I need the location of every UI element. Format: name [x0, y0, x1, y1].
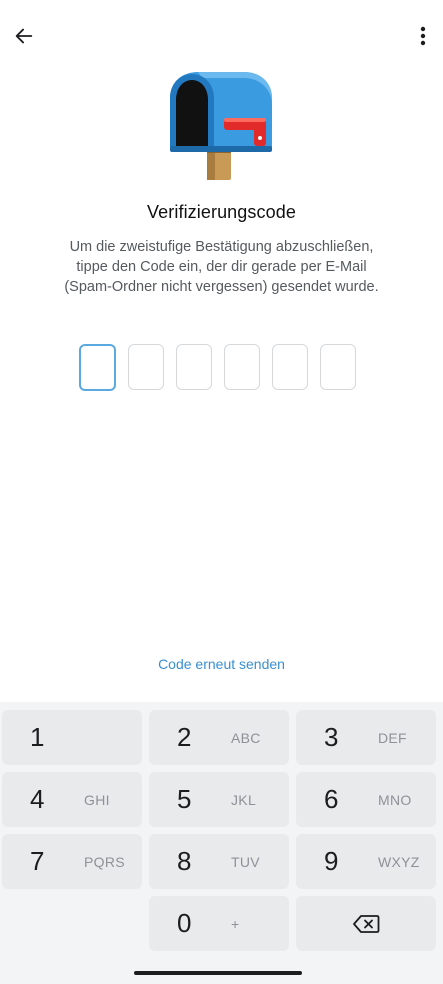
more-vertical-icon [420, 26, 426, 46]
resend-code-link[interactable]: Code erneut senden [0, 656, 443, 672]
key-letters: DEF [378, 729, 407, 746]
system-navigation-bar [0, 964, 443, 984]
key-9[interactable]: 9 WXYZ [296, 834, 436, 889]
instructions-line: tippe den Code ein, der dir gerade per E… [76, 259, 367, 275]
numeric-keypad: 1 2 ABC 3 DEF 4 GHI 5 JKL 6 MNO 7 PQRS 8… [0, 702, 443, 964]
code-digit-field[interactable] [224, 344, 260, 390]
mailbox-illustration [162, 68, 276, 184]
key-5[interactable]: 5 JKL [149, 772, 289, 827]
backspace-key[interactable] [296, 896, 436, 951]
code-digit-field[interactable] [79, 344, 116, 391]
page-title: Verifizierungscode [147, 202, 296, 222]
key-8[interactable]: 8 TUV [149, 834, 289, 889]
key-digit: 6 [324, 784, 339, 814]
verification-screen: Verifizierungscode Um die zweistufige Be… [0, 0, 443, 984]
backspace-icon [353, 914, 380, 933]
key-letters: JKL [231, 791, 257, 808]
code-digit-field[interactable] [272, 344, 308, 390]
key-letters: PQRS [84, 853, 125, 870]
key-4[interactable]: 4 GHI [2, 772, 142, 827]
key-2[interactable]: 2 ABC [149, 710, 289, 765]
code-digit-field[interactable] [176, 344, 212, 390]
key-letters: WXYZ [378, 853, 420, 870]
key-letters: + [231, 915, 240, 932]
key-digit: 0 [177, 908, 192, 938]
key-letters: MNO [378, 791, 412, 808]
key-digit: 1 [30, 722, 45, 752]
home-indicator[interactable] [134, 971, 302, 975]
instructions-text: Um die zweistufige Bestätigung abzuschli… [20, 237, 423, 297]
back-button[interactable] [6, 18, 42, 54]
mailbox-icon [170, 72, 272, 180]
instructions-line: (Spam-Ordner nicht vergessen) gesendet w… [64, 279, 379, 295]
verification-code-input [79, 344, 356, 391]
code-digit-field[interactable] [128, 344, 164, 390]
key-digit: 7 [30, 846, 45, 876]
arrow-left-icon [15, 28, 33, 44]
key-digit: 9 [324, 846, 339, 876]
key-3[interactable]: 3 DEF [296, 710, 436, 765]
key-1[interactable]: 1 [2, 710, 142, 765]
key-0[interactable]: 0 + [149, 896, 289, 951]
key-digit: 5 [177, 784, 192, 814]
key-digit: 4 [30, 784, 45, 814]
key-letters: ABC [231, 729, 261, 746]
code-digit-field[interactable] [320, 344, 356, 390]
instructions-line: Um die zweistufige Bestätigung abzuschli… [69, 239, 374, 255]
key-empty [2, 896, 142, 951]
key-digit: 2 [177, 722, 192, 752]
overflow-menu-button[interactable] [409, 18, 437, 54]
key-7[interactable]: 7 PQRS [2, 834, 142, 889]
top-app-bar [0, 0, 443, 70]
key-6[interactable]: 6 MNO [296, 772, 436, 827]
key-digit: 8 [177, 846, 192, 876]
key-letters: TUV [231, 853, 260, 870]
key-digit: 3 [324, 722, 339, 752]
key-letters: GHI [84, 791, 110, 808]
